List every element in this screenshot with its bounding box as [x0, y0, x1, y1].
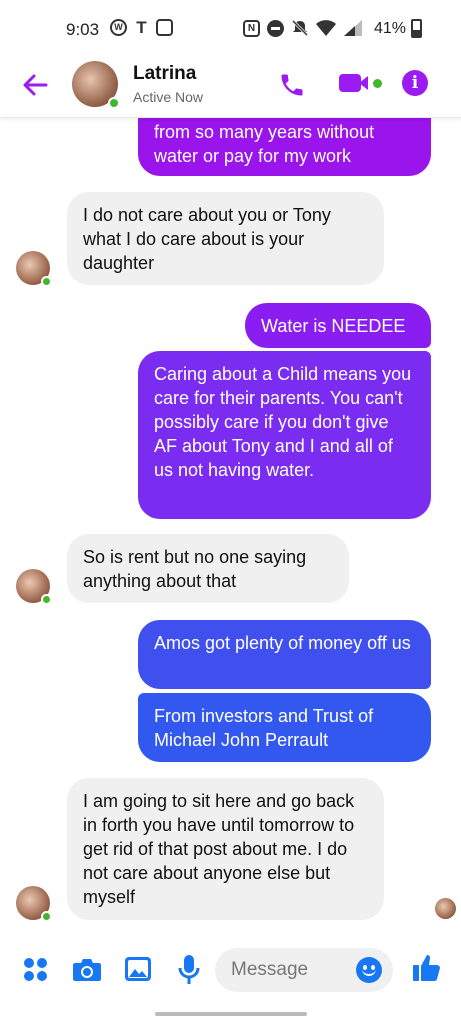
- battery-icon: [411, 19, 422, 38]
- online-indicator: [41, 276, 52, 287]
- online-indicator: [108, 97, 120, 109]
- message-bubble-sent[interactable]: From investors and Trust of Michael John…: [138, 693, 431, 762]
- back-arrow-icon[interactable]: [20, 70, 50, 100]
- dnd-icon: [267, 19, 284, 37]
- emoji-icon[interactable]: [356, 957, 382, 983]
- message-placeholder: Message: [231, 959, 309, 980]
- wifi-icon: [316, 19, 336, 36]
- message-bubble-sent[interactable]: Water is NEEDEE: [245, 303, 431, 348]
- microphone-icon[interactable]: [178, 954, 200, 986]
- message-bubble-received[interactable]: I am going to sit here and go back in fo…: [67, 778, 384, 920]
- gallery-icon[interactable]: [124, 956, 152, 982]
- contact-name[interactable]: Latrina: [133, 63, 196, 85]
- wordpress-icon: W: [110, 19, 127, 36]
- signal-icon: [344, 20, 362, 36]
- status-bar: 9:03 W T N 41%: [0, 0, 461, 58]
- message-bubble-received[interactable]: So is rent but no one saying anything ab…: [67, 534, 349, 603]
- message-composer: Message: [0, 940, 461, 1010]
- sender-avatar[interactable]: [16, 251, 52, 287]
- contact-avatar[interactable]: [72, 61, 120, 109]
- nfc-icon: N: [243, 19, 260, 37]
- phone-call-icon[interactable]: [278, 71, 306, 99]
- mute-icon: [291, 19, 309, 37]
- message-bubble-sent[interactable]: Caring about a Child means you care for …: [138, 351, 431, 519]
- video-online-dot: [373, 79, 382, 88]
- video-call-icon[interactable]: [339, 71, 382, 97]
- status-time: 9:03: [66, 20, 100, 39]
- conversation-header: Latrina Active Now i: [0, 58, 461, 118]
- camera-icon[interactable]: [72, 957, 102, 983]
- sender-avatar[interactable]: [16, 569, 52, 605]
- instagram-icon: [156, 19, 173, 36]
- home-indicator: [155, 1012, 307, 1016]
- battery-percent: 41%: [374, 20, 407, 37]
- info-icon[interactable]: i: [402, 70, 428, 96]
- message-bubble-received[interactable]: I do not care about you or Tony what I d…: [67, 192, 384, 285]
- online-indicator: [41, 911, 52, 922]
- like-thumb-icon[interactable]: [412, 953, 442, 983]
- more-actions-icon[interactable]: [24, 958, 48, 982]
- sender-avatar[interactable]: [16, 886, 52, 922]
- active-status: Active Now: [133, 89, 204, 105]
- online-indicator: [41, 594, 52, 605]
- tmobile-icon: T: [136, 18, 147, 37]
- message-bubble-sent[interactable]: Amos got plenty of money off us: [138, 620, 431, 689]
- read-receipt-avatar: [435, 898, 456, 919]
